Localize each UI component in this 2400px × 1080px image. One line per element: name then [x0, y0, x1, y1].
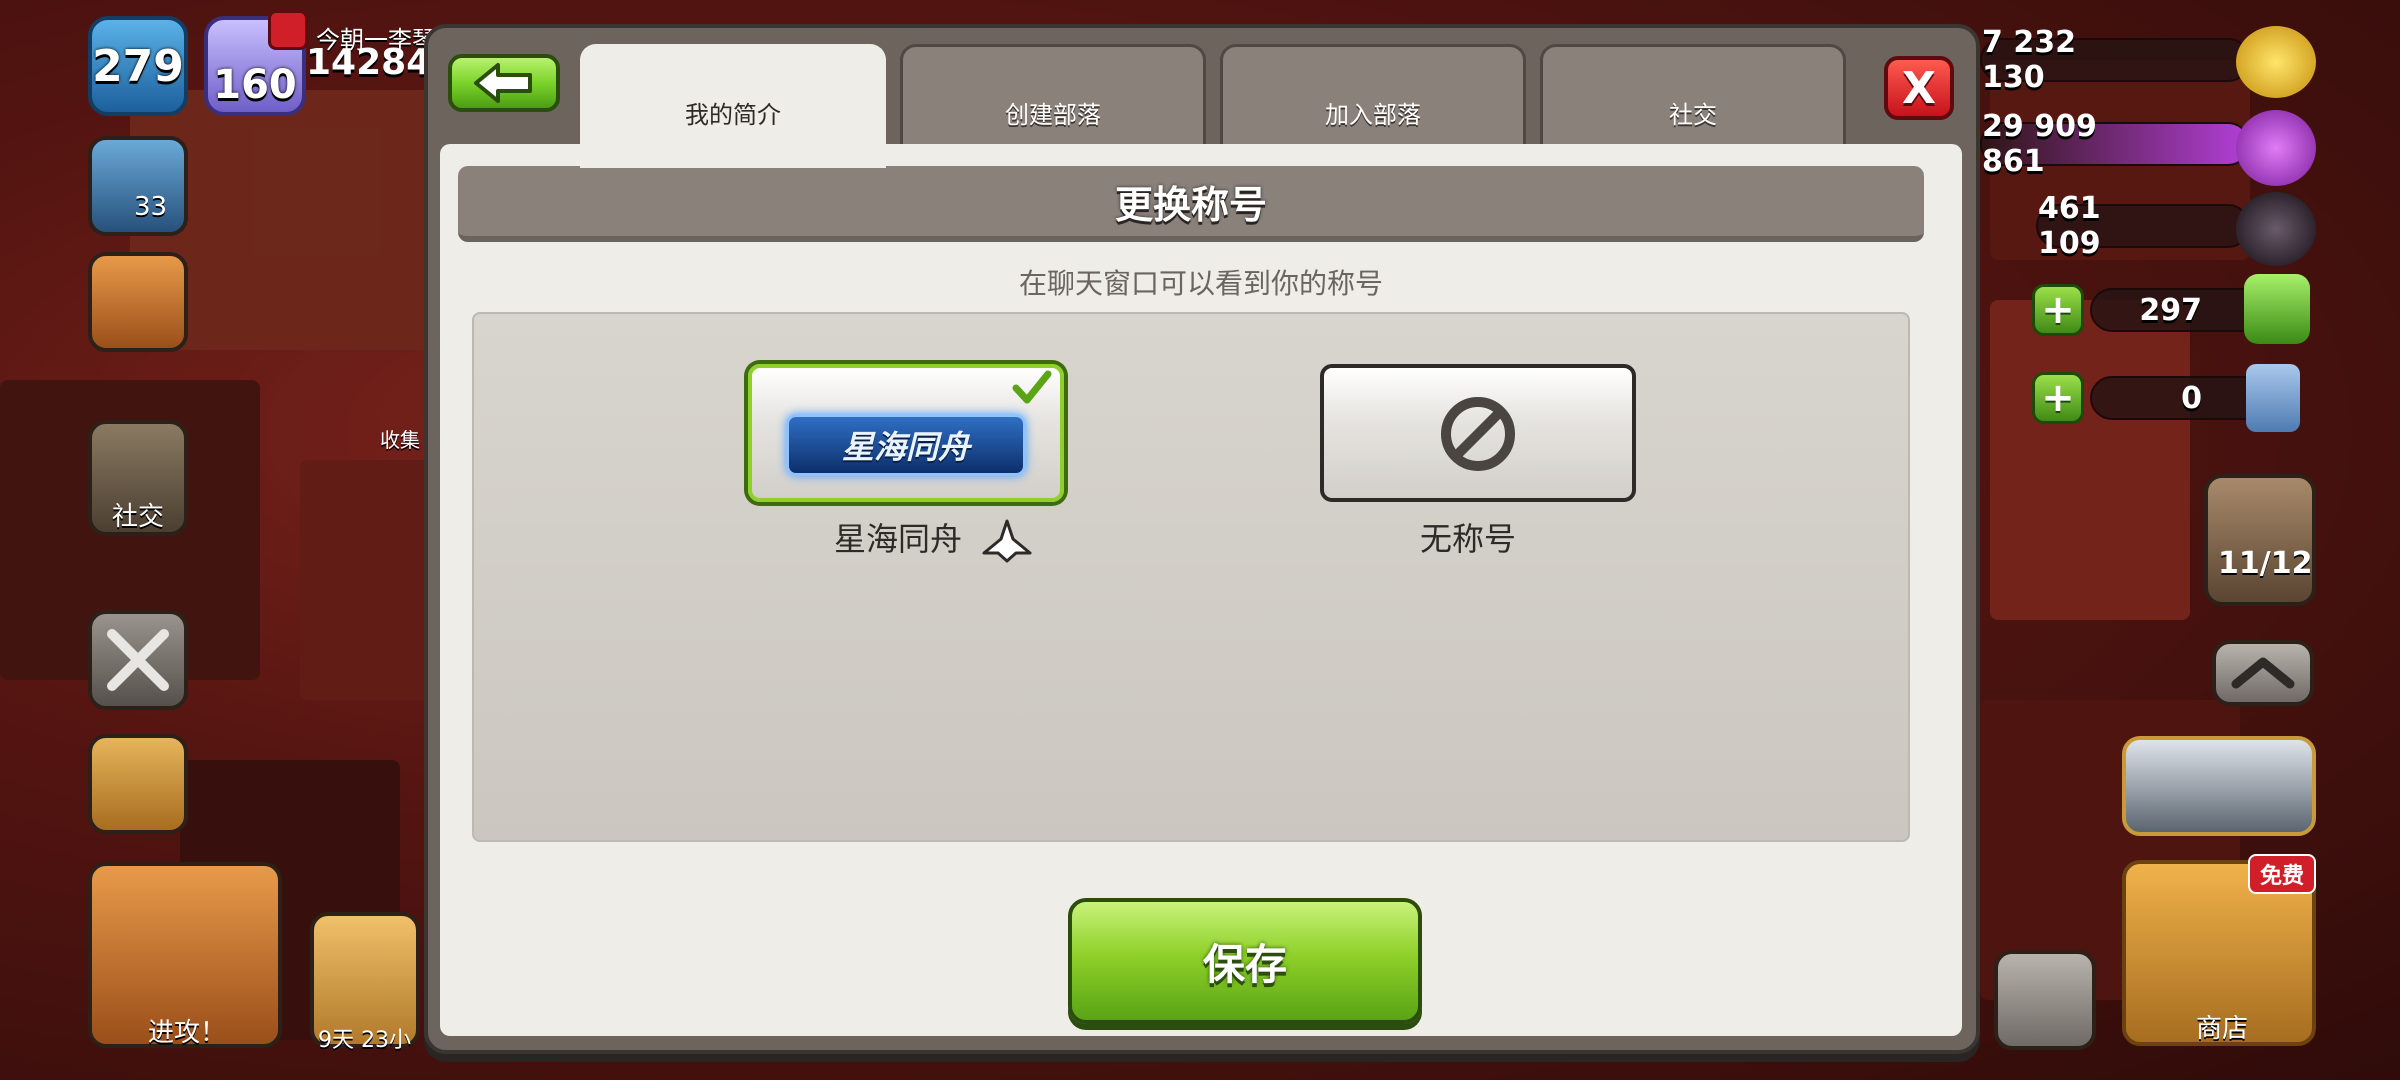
battle-log-button[interactable] — [88, 610, 188, 710]
army-capacity: 11/12 — [2218, 546, 2313, 581]
title-badge: 星海同舟 — [786, 414, 1026, 476]
section-subtitle: 在聊天窗口可以看到你的称号 — [1018, 267, 1383, 300]
gold-icon — [2236, 26, 2316, 98]
shop-label: 商店 — [2196, 1014, 2249, 1044]
section-title: 更换称号 — [458, 166, 1924, 242]
experience-level-badge[interactable]: 279 — [88, 16, 188, 116]
collect-label: 收集 — [380, 428, 420, 452]
free-badge: 免费 — [2248, 854, 2316, 894]
builder-button[interactable]: 33 — [88, 136, 188, 236]
gems-bar: 297 — [2090, 288, 2270, 332]
event-button[interactable]: 9天 23小 — [310, 912, 420, 1053]
gems-amount: 297 — [2139, 292, 2202, 328]
title-option-label: 星海同舟 — [834, 514, 1034, 563]
army-button[interactable] — [88, 734, 188, 834]
title-option-star-sea[interactable]: 星海同舟 — [748, 364, 1064, 502]
buy-gems-button[interactable]: + — [2032, 284, 2084, 336]
profile-dialog: 我的简介 创建部落 加入部落 社交 X 更换称号 在聊天窗口可以看到你的称号 星… — [424, 24, 1980, 1054]
edit-layout-button[interactable] — [1994, 950, 2096, 1050]
title-option-none[interactable] — [1320, 364, 1636, 502]
tab-label: 创建部落 — [1005, 101, 1101, 129]
title-name: 星海同舟 — [834, 520, 963, 558]
tab-my-profile[interactable]: 我的简介 — [580, 44, 886, 168]
title-selection-area: 星海同舟 星海同舟 无称号 — [472, 312, 1910, 842]
attack-button-label: 进攻！ — [148, 1018, 227, 1048]
no-symbol-icon — [1441, 397, 1515, 471]
dark-elixir-bar: 461 109 — [2036, 191, 2250, 261]
title-option-none-label: 无称号 — [1420, 520, 1517, 558]
gem-icon — [2244, 274, 2310, 344]
rocket-icon — [982, 519, 1032, 563]
save-button[interactable]: 保存 — [1068, 898, 1422, 1024]
ticket-icon — [2246, 364, 2300, 432]
dark-elixir-amount: 461 109 — [2038, 191, 2101, 261]
social-button-label: 社交 — [112, 502, 165, 532]
elixir-icon — [2236, 110, 2316, 186]
back-button[interactable] — [448, 54, 560, 112]
social-button[interactable]: 社交 — [88, 420, 188, 536]
buy-tickets-button[interactable]: + — [2032, 372, 2084, 424]
notification-dot — [268, 10, 308, 50]
tab-label: 我的简介 — [685, 101, 781, 129]
crossed-swords-icon — [107, 629, 169, 691]
builder-level: 33 — [134, 192, 168, 222]
tab-label: 社交 — [1669, 101, 1717, 129]
expand-button[interactable] — [2212, 640, 2314, 706]
chevron-up-icon — [2231, 657, 2295, 689]
gold-bar: 7 232 130 — [1980, 25, 2250, 95]
gold-amount: 7 232 130 — [1982, 25, 2076, 95]
elixir-bar: 29 909 861 — [1980, 109, 2250, 179]
dark-elixir-icon — [2236, 192, 2316, 266]
close-button[interactable]: X — [1884, 56, 1954, 120]
elixir-amount: 29 909 861 — [1982, 109, 2097, 179]
scenery-button[interactable] — [2122, 736, 2316, 836]
event-timer: 9天 23小 — [318, 1028, 411, 1053]
checkmark-icon — [1012, 370, 1052, 404]
clan-castle-button[interactable]: 11/12 — [2204, 474, 2316, 606]
quest-button[interactable] — [88, 252, 188, 352]
attack-button[interactable]: 进攻！ — [88, 862, 282, 1048]
tickets-amount: 0 — [2181, 380, 2202, 416]
tab-label: 加入部落 — [1325, 101, 1421, 129]
dialog-panel: 更换称号 在聊天窗口可以看到你的称号 星海同舟 星海同舟 无称号 保存 — [440, 144, 1962, 1036]
arrow-left-icon — [474, 63, 532, 103]
tickets-bar: 0 — [2090, 376, 2270, 420]
